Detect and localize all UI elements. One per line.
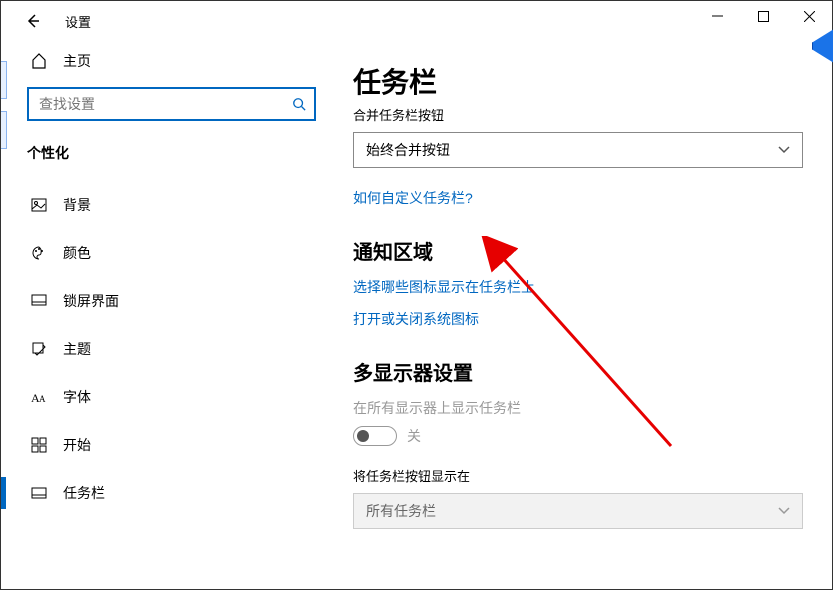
chevron-down-icon [778,507,790,515]
chevron-down-icon [778,146,790,154]
svg-text:A: A [39,394,46,404]
lockscreen-icon [29,293,49,309]
minimize-icon [712,11,723,22]
search-box[interactable] [27,87,316,121]
show-buttons-on-dropdown: 所有任务栏 [353,493,803,529]
show-all-monitors-label: 在所有显示器上显示任务栏 [353,398,807,418]
sidebar-item-label: 锁屏界面 [63,291,119,311]
sidebar-home-label: 主页 [63,51,91,71]
picture-icon [29,197,49,213]
sidebar-item-label: 开始 [63,435,91,455]
notification-area-heading: 通知区域 [353,236,807,265]
dropdown-value: 所有任务栏 [366,501,436,521]
arrow-left-icon [25,13,41,29]
sidebar-item-start[interactable]: 开始 [13,423,320,467]
start-icon [29,437,49,453]
sidebar-item-label: 字体 [63,387,91,407]
toggle-state-label: 关 [407,426,421,446]
font-icon: AA [29,390,49,404]
combine-label: 合并任务栏按钮 [353,105,807,124]
sidebar-item-themes[interactable]: 主题 [13,327,320,371]
search-icon [292,97,306,111]
customize-taskbar-link[interactable]: 如何自定义任务栏? [353,188,807,208]
sidebar-item-lockscreen[interactable]: 锁屏界面 [13,279,320,323]
main-content: 任务栏 合并任务栏按钮 始终合并按钮 如何自定义任务栏? 通知区域 选择哪些图标… [328,41,832,589]
close-icon [804,11,815,22]
palette-icon [29,245,49,261]
dropdown-value: 始终合并按钮 [366,140,450,160]
show-buttons-on-label: 将任务栏按钮显示在 [353,466,807,485]
page-title: 任务栏 [353,61,807,101]
sidebar-category: 个性化 [13,133,320,183]
app-title: 设置 [65,12,91,31]
sidebar-item-background[interactable]: 背景 [13,183,320,227]
maximize-icon [758,11,769,22]
themes-icon [29,341,49,357]
search-input[interactable] [37,95,292,113]
background-window-edge [1,61,9,589]
show-all-monitors-toggle[interactable] [353,426,397,446]
home-icon [29,53,49,69]
close-button[interactable] [786,1,832,31]
sidebar-item-label: 主题 [63,339,91,359]
maximize-button[interactable] [740,1,786,31]
back-button[interactable] [21,9,45,33]
taskbar-icon [29,485,49,501]
sidebar-item-label: 任务栏 [63,483,105,503]
sidebar: 主页 个性化 背景 颜色 锁屏界面 [1,41,328,589]
sidebar-item-taskbar[interactable]: 任务栏 [13,471,320,515]
multi-monitor-heading: 多显示器设置 [353,357,807,386]
sidebar-home[interactable]: 主页 [13,41,320,81]
sidebar-item-label: 颜色 [63,243,91,263]
window-controls [694,1,832,31]
sidebar-item-label: 背景 [63,195,91,215]
combine-buttons-dropdown[interactable]: 始终合并按钮 [353,132,803,168]
minimize-button[interactable] [694,1,740,31]
sidebar-item-fonts[interactable]: AA 字体 [13,375,320,419]
titlebar: 设置 [1,1,832,41]
sidebar-item-colors[interactable]: 颜色 [13,231,320,275]
select-icons-link[interactable]: 选择哪些图标显示在任务栏上 [353,277,807,297]
system-icons-link[interactable]: 打开或关闭系统图标 [353,309,807,329]
